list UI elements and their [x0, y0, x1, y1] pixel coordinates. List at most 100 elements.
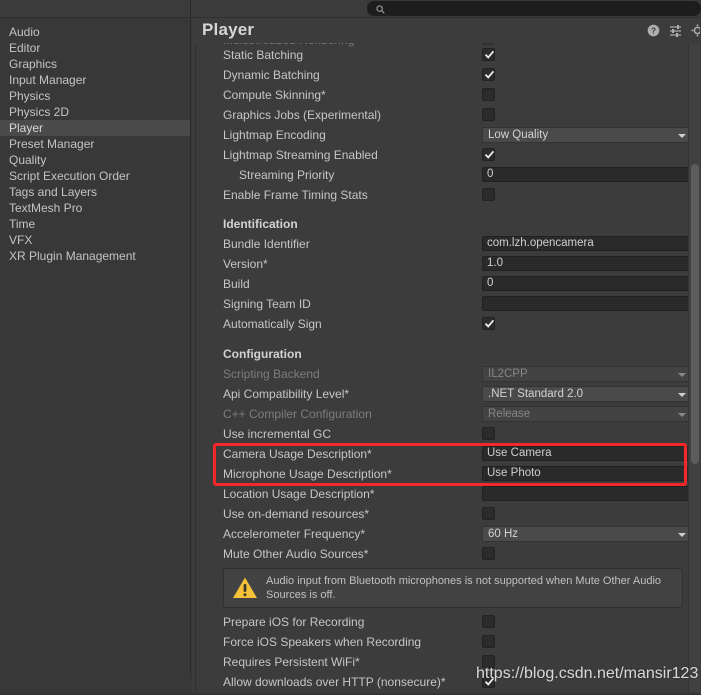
player-settings-panel: Player ? Static Batching Dynamic Batchin… [192, 17, 701, 695]
row-lightmap-streaming-enabled[interactable]: Lightmap Streaming Enabled [201, 145, 692, 165]
sidebar-item-vfx[interactable]: VFX [0, 232, 190, 248]
cpp-compiler-configuration-dropdown: Release [482, 406, 693, 422]
row-label: Lightmap Encoding [223, 128, 326, 142]
sidebar-item-script-execution-order[interactable]: Script Execution Order [0, 168, 190, 184]
prepare-ios-recording-checkbox[interactable] [482, 615, 495, 628]
settings-rows: Multithreaded Rendering Static Batching … [196, 43, 693, 695]
section-title: Identification [223, 216, 298, 231]
sidebar-item-physics[interactable]: Physics [0, 88, 190, 104]
graphics-jobs-checkbox[interactable] [482, 108, 495, 121]
row-bundle-identifier[interactable]: Bundle Identifier com.lzh.opencamera [201, 234, 693, 254]
row-accelerometer-frequency[interactable]: Accelerometer Frequency* 60 Hz [201, 524, 693, 544]
dynamic-batching-checkbox[interactable] [482, 68, 495, 81]
row-label: Bundle Identifier [223, 237, 310, 251]
mute-other-audio-sources-checkbox[interactable] [482, 547, 495, 560]
use-incremental-gc-checkbox[interactable] [482, 427, 495, 440]
sidebar-item-input-manager[interactable]: Input Manager [0, 72, 190, 88]
row-compute-skinning[interactable]: Compute Skinning* [201, 85, 692, 105]
bundle-identifier-input[interactable]: com.lzh.opencamera [482, 236, 693, 251]
row-label: Compute Skinning* [223, 88, 326, 102]
row-use-on-demand-resources[interactable]: Use on-demand resources* [201, 504, 692, 524]
settings-scroll-area[interactable]: Multithreaded Rendering Static Batching … [195, 43, 701, 695]
unity-project-settings-window: Audio Editor Graphics Input Manager Phys… [0, 0, 701, 695]
microphone-usage-description-input[interactable]: Use Photo [482, 466, 693, 481]
sidebar-item-graphics[interactable]: Graphics [0, 56, 190, 72]
section-title: Configuration [223, 346, 302, 361]
streaming-priority-input[interactable]: 0 [482, 167, 693, 182]
force-ios-speakers-checkbox[interactable] [482, 635, 495, 648]
cpp-compiler-configuration-value: Release [488, 408, 531, 420]
search-input[interactable] [367, 1, 701, 16]
scripting-backend-dropdown: IL2CPP [482, 366, 693, 382]
sidebar-item-quality[interactable]: Quality [0, 152, 190, 168]
sidebar-item-editor[interactable]: Editor [0, 40, 190, 56]
row-api-compatibility-level[interactable]: Api Compatibility Level* .NET Standard 2… [201, 384, 693, 404]
sidebar-item-tags-and-layers[interactable]: Tags and Layers [0, 184, 190, 200]
sidebar-item-physics-2d[interactable]: Physics 2D [0, 104, 190, 120]
sidebar-item-preset-manager[interactable]: Preset Manager [0, 136, 190, 152]
row-prepare-ios-for-recording[interactable]: Prepare iOS for Recording [201, 612, 692, 632]
row-graphics-jobs[interactable]: Graphics Jobs (Experimental) [201, 105, 692, 125]
scrollbar-thumb[interactable] [691, 164, 699, 464]
row-label: Accelerometer Frequency* [223, 527, 366, 541]
accelerometer-frequency-dropdown[interactable]: 60 Hz [482, 526, 693, 542]
preset-icon[interactable] [669, 24, 682, 37]
chevron-down-icon [678, 373, 686, 377]
sidebar-item-time[interactable]: Time [0, 216, 190, 232]
sidebar-item-xr-plugin-management[interactable]: XR Plugin Management [0, 248, 190, 264]
frame-timing-stats-checkbox[interactable] [482, 188, 495, 201]
row-label: Build [223, 277, 250, 291]
chevron-down-icon [678, 533, 686, 537]
settings-gear-icon[interactable] [691, 24, 700, 37]
sidebar-item-audio[interactable]: Audio [0, 24, 190, 40]
row-dynamic-batching[interactable]: Dynamic Batching [201, 65, 692, 85]
lightmap-streaming-checkbox[interactable] [482, 148, 495, 161]
warning-text: Audio input from Bluetooth microphones i… [266, 575, 662, 601]
section-configuration: Configuration [201, 343, 692, 364]
lightmap-encoding-value: Low Quality [488, 129, 549, 141]
sidebar-item-player[interactable]: Player [0, 120, 190, 136]
signing-team-id-input[interactable] [482, 296, 693, 311]
row-label: Location Usage Description* [223, 487, 375, 501]
toolbar-left-area [0, 0, 367, 17]
settings-category-sidebar[interactable]: Audio Editor Graphics Input Manager Phys… [0, 17, 190, 695]
row-automatically-sign[interactable]: Automatically Sign [201, 314, 692, 334]
row-use-incremental-gc[interactable]: Use incremental GC [201, 424, 692, 444]
warning-help-box: Audio input from Bluetooth microphones i… [223, 568, 683, 608]
row-version[interactable]: Version* 1.0 [201, 254, 693, 274]
automatically-sign-checkbox[interactable] [482, 317, 495, 330]
build-input[interactable]: 0 [482, 276, 693, 291]
compute-skinning-checkbox[interactable] [482, 88, 495, 101]
row-enable-frame-timing-stats[interactable]: Enable Frame Timing Stats [201, 185, 692, 205]
inspector-header: Player ? [192, 18, 701, 43]
version-input[interactable]: 1.0 [482, 256, 693, 271]
chevron-down-icon [678, 134, 686, 138]
row-mute-other-audio-sources[interactable]: Mute Other Audio Sources* [201, 544, 692, 564]
panel-divider[interactable] [190, 0, 191, 678]
camera-usage-description-input[interactable]: Use Camera [482, 446, 693, 461]
static-batching-checkbox[interactable] [482, 48, 495, 61]
row-static-batching[interactable]: Static Batching [201, 45, 692, 65]
row-label: Dynamic Batching [223, 68, 320, 82]
api-compatibility-level-dropdown[interactable]: .NET Standard 2.0 [482, 386, 693, 402]
chevron-down-icon [678, 413, 686, 417]
row-label: Force iOS Speakers when Recording [223, 635, 422, 649]
lightmap-encoding-dropdown[interactable]: Low Quality [482, 127, 693, 143]
row-label: C++ Compiler Configuration [223, 407, 372, 421]
row-label: Use on-demand resources* [223, 507, 370, 521]
row-force-ios-speakers-when-recording[interactable]: Force iOS Speakers when Recording [201, 632, 692, 652]
use-on-demand-resources-checkbox[interactable] [482, 507, 495, 520]
row-camera-usage-description[interactable]: Camera Usage Description* Use Camera [201, 444, 693, 464]
row-build[interactable]: Build 0 [201, 274, 693, 294]
row-label: Mute Other Audio Sources* [223, 547, 369, 561]
vertical-scrollbar[interactable] [689, 44, 700, 695]
location-usage-description-input[interactable] [482, 486, 693, 501]
row-signing-team-id[interactable]: Signing Team ID [201, 294, 693, 314]
row-streaming-priority[interactable]: Streaming Priority 0 [201, 165, 693, 185]
row-microphone-usage-description[interactable]: Microphone Usage Description* Use Photo [201, 464, 693, 484]
row-location-usage-description[interactable]: Location Usage Description* [201, 484, 693, 504]
help-icon[interactable]: ? [647, 24, 660, 37]
row-cpp-compiler-configuration: C++ Compiler Configuration Release [201, 404, 693, 424]
sidebar-item-textmesh-pro[interactable]: TextMesh Pro [0, 200, 190, 216]
row-lightmap-encoding[interactable]: Lightmap Encoding Low Quality [201, 125, 693, 145]
